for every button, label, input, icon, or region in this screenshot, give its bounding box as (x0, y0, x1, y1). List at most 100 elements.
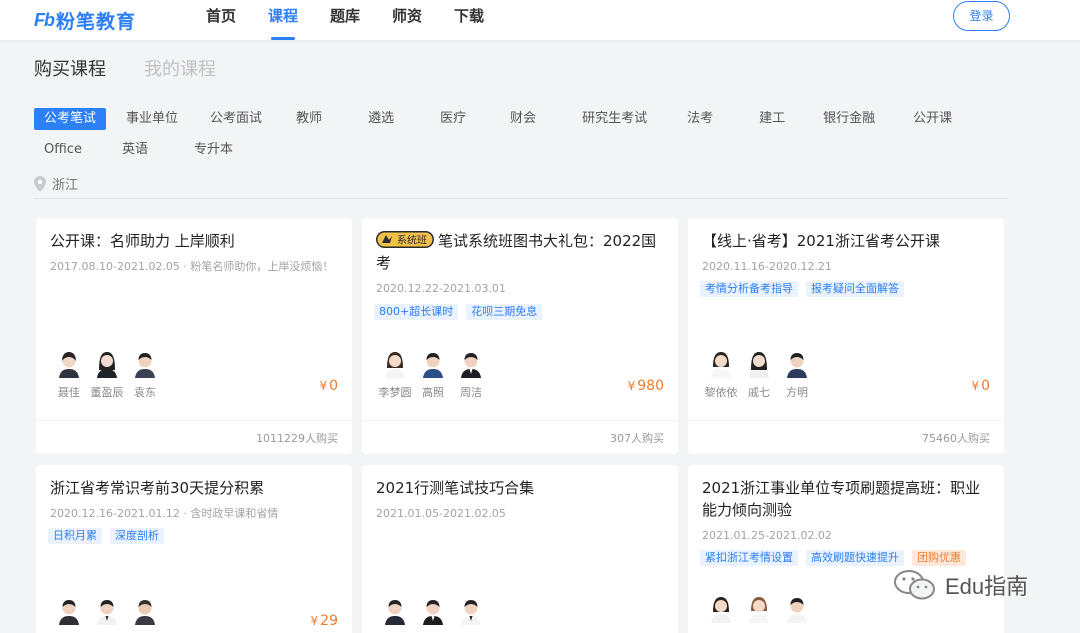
nav-question-bank[interactable]: 题库 (314, 0, 376, 40)
course-date: 2021.01.25-2021.02.02 (702, 529, 832, 542)
teacher-name: 高照 (422, 386, 444, 399)
teacher[interactable]: 李梦圆 (376, 350, 414, 400)
login-button[interactable]: 登录 (953, 1, 1010, 31)
teacher[interactable]: 高照 (414, 350, 452, 400)
course-title: 公开课：名师助力 上岸顺利 (50, 232, 235, 250)
teacher[interactable] (376, 597, 414, 625)
teacher[interactable]: 周洁 (452, 350, 490, 400)
course-price: ¥980 (628, 378, 664, 394)
nav-home[interactable]: 首页 (190, 0, 252, 40)
teacher-avatar-icon (385, 600, 405, 625)
teacher[interactable]: 戚七 (740, 350, 778, 400)
teacher-list: 聂佳 董盈辰 袁东 (50, 350, 164, 400)
teacher-name: 方明 (786, 386, 808, 399)
course-tag: 报考疑问全面解答 (806, 281, 904, 297)
teacher[interactable] (740, 595, 778, 623)
category-accounting[interactable]: 财会 (500, 108, 546, 130)
divider (34, 198, 1008, 199)
teacher[interactable]: 董盈辰 (88, 350, 126, 400)
nav-courses[interactable]: 课程 (252, 0, 314, 40)
teacher[interactable] (126, 597, 164, 625)
main-nav: 首页 课程 题库 师资 下载 (190, 0, 500, 40)
category-gongkao-mianshi[interactable]: 公考面试 (200, 108, 272, 130)
teacher-avatar-icon (385, 352, 405, 378)
teacher-avatar-icon (461, 353, 481, 378)
course-price: ¥0 (971, 378, 990, 394)
course-card[interactable]: 2021浙江事业单位专项刷题提高班：职业能力倾向测验 2021.01.25-20… (688, 465, 1004, 633)
category-banking[interactable]: 银行金融 (813, 108, 885, 130)
teacher-list: 黎依依 戚七 方明 (702, 350, 816, 400)
teacher-avatar-icon (711, 352, 731, 378)
course-date: 2020.11.16-2020.12.21 (702, 260, 832, 273)
course-card[interactable]: 【线上·省考】2021浙江省考公开课 2020.11.16-2020.12.21… (688, 218, 1004, 454)
logo-mark: Fb (34, 10, 55, 30)
course-card[interactable]: 2021行测笔试技巧合集 2021.01.05-2021.02.05 (362, 465, 678, 633)
nav-download[interactable]: 下载 (438, 0, 500, 40)
teacher[interactable] (702, 595, 740, 623)
tab-buy-courses[interactable]: 购买课程 (34, 58, 106, 82)
category-row: Office 英语 专升本 (34, 134, 1024, 165)
location-selector[interactable]: 浙江 (34, 174, 78, 193)
teacher[interactable] (50, 597, 88, 625)
category-medical[interactable]: 医疗 (430, 108, 476, 130)
course-date: 2020.12.22-2021.03.01 (376, 282, 506, 295)
teacher-avatar-icon (59, 352, 79, 378)
teacher[interactable]: 黎依依 (702, 350, 740, 400)
teacher-name: 袁东 (134, 386, 156, 399)
teacher-list (702, 595, 816, 623)
category-zhuanshengben[interactable]: 专升本 (184, 139, 243, 161)
category-graduate-exam[interactable]: 研究生考试 (572, 108, 657, 130)
teacher-list (376, 597, 490, 625)
course-date: 2021.01.05-2021.02.05 (376, 507, 506, 520)
teacher[interactable]: 方明 (778, 350, 816, 400)
category-linxuan[interactable]: 遴选 (358, 108, 404, 130)
category-filter: 公考笔试 事业单位 公考面试 教师 遴选 医疗 财会 研究生考试 法考 建工 银… (34, 103, 1024, 165)
currency-symbol: ¥ (319, 379, 328, 393)
course-card[interactable]: 公开课：名师助力 上岸顺利 2017.08.10-2021.02.05 · 粉笔… (36, 218, 352, 454)
teacher[interactable]: 袁东 (126, 350, 164, 400)
category-english[interactable]: 英语 (112, 139, 158, 161)
course-title: 【线上·省考】2021浙江省考公开课 (702, 232, 940, 250)
teacher-name: 董盈辰 (90, 386, 124, 399)
tab-my-courses[interactable]: 我的课程 (144, 58, 216, 82)
currency-symbol: ¥ (971, 379, 980, 393)
teacher[interactable] (452, 597, 490, 625)
teacher-avatar-icon (749, 352, 769, 378)
course-price: ¥29 (311, 613, 338, 629)
teacher-avatar-icon (749, 597, 769, 623)
teacher[interactable] (778, 595, 816, 623)
teacher-avatar-icon (135, 353, 155, 378)
category-law[interactable]: 法考 (677, 108, 723, 130)
category-office[interactable]: Office (34, 139, 92, 161)
teacher-avatar-icon (787, 353, 807, 378)
course-date: 2020.12.16-2021.01.12 · 含时政早课和省情 (50, 507, 279, 520)
teacher-avatar-icon (97, 352, 117, 378)
teacher-avatar-icon (711, 597, 731, 623)
teacher-name: 黎依依 (704, 386, 738, 399)
teacher[interactable]: 聂佳 (50, 350, 88, 400)
category-shiye-danwei[interactable]: 事业单位 (116, 108, 188, 130)
buyer-count: 307人购买 (610, 432, 664, 445)
system-class-badge-icon: 系统班 (376, 231, 434, 248)
course-tag: 日积月累 (48, 528, 102, 544)
teacher-avatar-icon (787, 598, 807, 623)
course-tags: 800+超长课时 花呗三期免息 (374, 304, 550, 320)
category-construction[interactable]: 建工 (749, 108, 795, 130)
course-title: 2021浙江事业单位专项刷题提高班：职业能力倾向测验 (702, 479, 981, 519)
course-tag: 800+超长课时 (374, 304, 459, 320)
category-open-course[interactable]: 公开课 (903, 108, 962, 130)
teacher-name: 聂佳 (58, 386, 80, 399)
course-tag: 花呗三期免息 (466, 304, 543, 320)
course-card[interactable]: 浙江省考常识考前30天提分积累 2020.12.16-2021.01.12 · … (36, 465, 352, 633)
buyer-count: 1011229人购买 (256, 432, 338, 445)
course-card[interactable]: 系统班 笔试系统班图书大礼包：2022国考 2020.12.22-2021.03… (362, 218, 678, 454)
watermark: Edu指南 (893, 569, 1028, 601)
teacher[interactable] (88, 597, 126, 625)
teacher[interactable] (414, 597, 452, 625)
category-gongkao-bishi[interactable]: 公考笔试 (34, 107, 107, 130)
brand-logo[interactable]: Fb 粉笔教育 (34, 7, 136, 34)
course-title: 系统班 笔试系统班图书大礼包：2022国考 (376, 230, 666, 274)
category-teacher[interactable]: 教师 (286, 108, 332, 130)
nav-teachers[interactable]: 师资 (376, 0, 438, 40)
price-value: 29 (320, 613, 338, 629)
